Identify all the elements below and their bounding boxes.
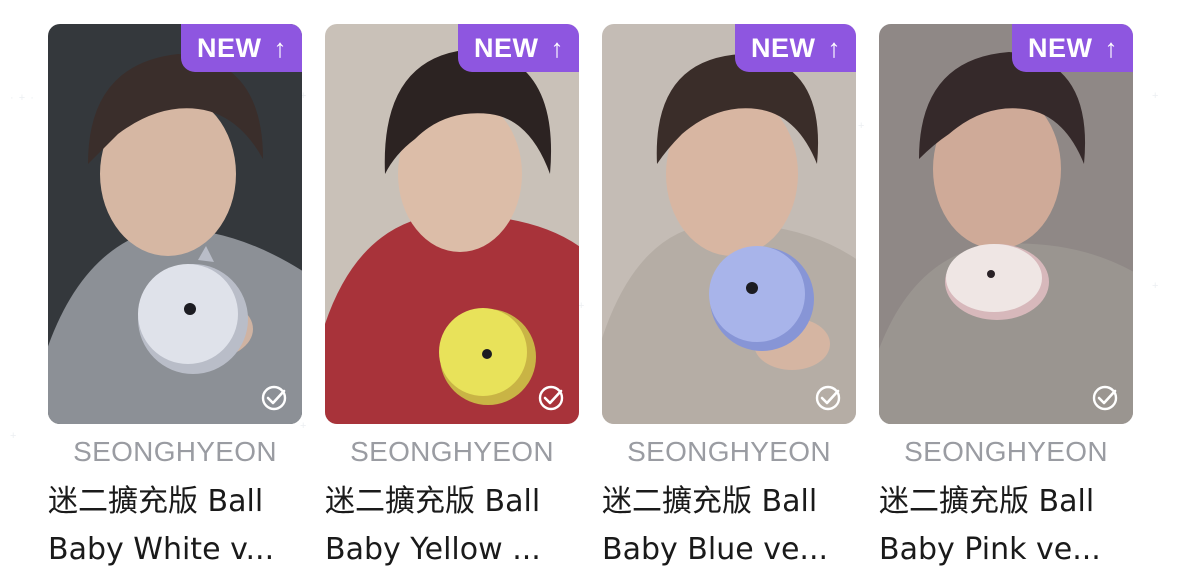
photocard-item[interactable]: NEW ↑ SEONGHYEON 迷二擴充版 Ball Baby Blue ve… — [602, 16, 856, 576]
card-title-line2: Baby Blue ve... — [602, 532, 829, 567]
new-badge-label: NEW — [1028, 32, 1093, 63]
arrow-up-icon: ↑ — [827, 33, 841, 63]
photo-illustration — [879, 24, 1133, 424]
arrow-up-icon: ↑ — [1104, 33, 1118, 63]
card-title[interactable]: 迷二擴充版 Ball Baby White v... — [48, 478, 302, 574]
checkmark-circle-icon[interactable] — [1091, 384, 1119, 412]
card-title-line1: 迷二擴充版 Ball — [48, 484, 264, 519]
member-name: SEONGHYEON — [350, 436, 554, 467]
checkmark-circle-icon[interactable] — [537, 384, 565, 412]
arrow-up-icon: ↑ — [273, 33, 287, 63]
member-name: SEONGHYEON — [904, 436, 1108, 467]
photocard-item[interactable]: NEW ↑ SEONGHYEON 迷二擴充版 Ball Baby White v… — [48, 16, 302, 576]
member-name: SEONGHYEON — [73, 436, 277, 467]
card-title-line2: Baby Yellow ... — [325, 532, 541, 567]
photocard-image[interactable]: NEW ↑ — [602, 24, 856, 424]
card-title-line1: 迷二擴充版 Ball — [602, 484, 818, 519]
photocard-image[interactable]: NEW ↑ — [325, 24, 579, 424]
photo-illustration — [325, 24, 579, 424]
photo-illustration — [602, 24, 856, 424]
new-badge-label: NEW — [474, 32, 539, 63]
photocard-image[interactable]: NEW ↑ — [879, 24, 1133, 424]
new-badge: NEW ↑ — [181, 24, 302, 72]
photocard-item[interactable]: NEW ↑ SEONGHYEON 迷二擴充版 Ball Baby Yellow … — [325, 16, 579, 576]
checkmark-circle-icon[interactable] — [814, 384, 842, 412]
card-title-line1: 迷二擴充版 Ball — [879, 484, 1095, 519]
card-title[interactable]: 迷二擴充版 Ball Baby Yellow ... — [325, 478, 579, 574]
new-badge-label: NEW — [751, 32, 816, 63]
new-badge: NEW ↑ — [735, 24, 856, 72]
new-badge: NEW ↑ — [458, 24, 579, 72]
photocard-image[interactable]: NEW ↑ — [48, 24, 302, 424]
photocard-item[interactable]: NEW ↑ SEONGHYEON 迷二擴充版 Ball Baby Pink ve… — [879, 16, 1133, 576]
arrow-up-icon: ↑ — [550, 33, 564, 63]
card-title-line2: Baby Pink ve... — [879, 532, 1101, 567]
photocard-grid: NEW ↑ SEONGHYEON 迷二擴充版 Ball Baby White v… — [48, 16, 1148, 576]
photo-illustration — [48, 24, 302, 424]
member-name: SEONGHYEON — [627, 436, 831, 467]
card-title-line1: 迷二擴充版 Ball — [325, 484, 541, 519]
card-title[interactable]: 迷二擴充版 Ball Baby Blue ve... — [602, 478, 856, 574]
new-badge: NEW ↑ — [1012, 24, 1133, 72]
card-title[interactable]: 迷二擴充版 Ball Baby Pink ve... — [879, 478, 1133, 574]
card-title-line2: Baby White v... — [48, 532, 275, 567]
new-badge-label: NEW — [197, 32, 262, 63]
checkmark-circle-icon[interactable] — [260, 384, 288, 412]
